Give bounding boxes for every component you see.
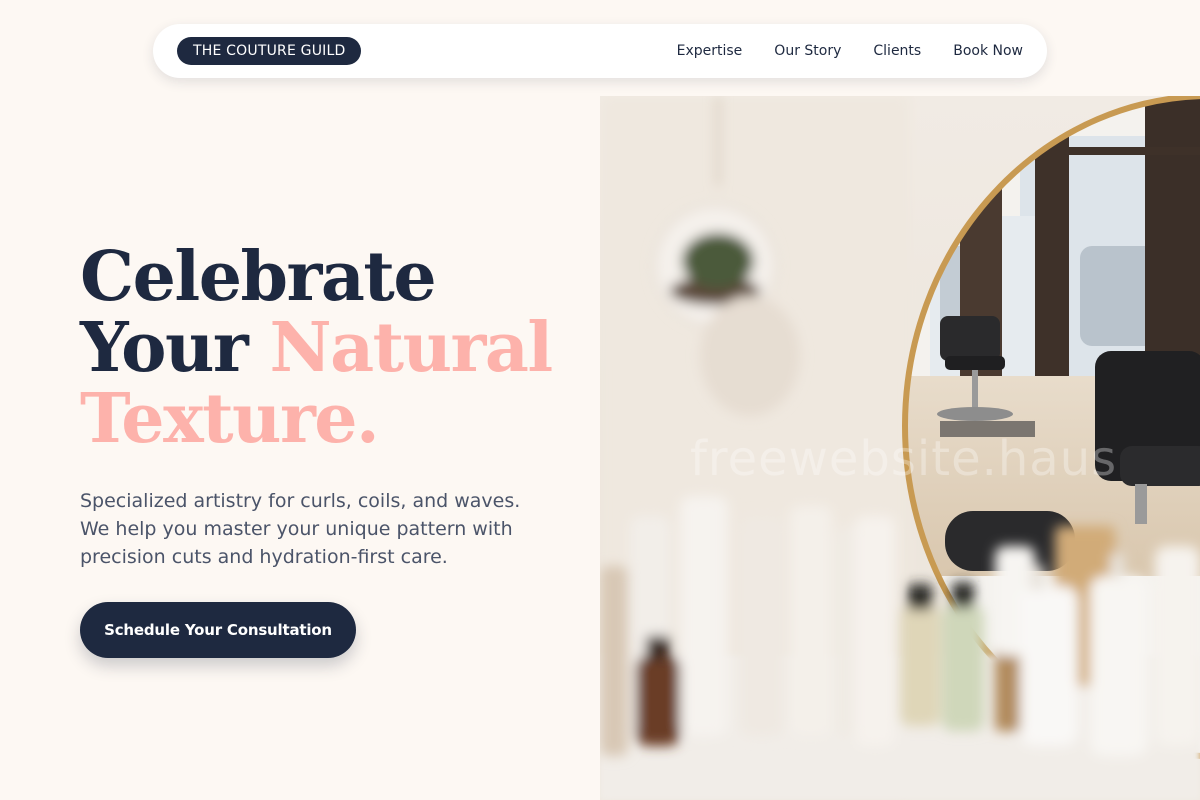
top-navigation: THE COUTURE GUILD Expertise Our Story Cl… xyxy=(153,24,1047,78)
nav-link-our-story[interactable]: Our Story xyxy=(774,43,841,59)
headline-line-2-accent: Natural xyxy=(269,308,553,388)
schedule-consultation-button[interactable]: Schedule Your Consultation xyxy=(80,602,356,658)
headline-line-1: Celebrate xyxy=(80,237,437,317)
brand-logo[interactable]: THE COUTURE GUILD xyxy=(177,37,362,65)
nav-link-book-now[interactable]: Book Now xyxy=(953,43,1023,59)
hero-description: Specialized artistry for curls, coils, a… xyxy=(80,490,521,568)
headline-line-3-accent: Texture. xyxy=(80,379,380,459)
salon-interior-photo: freewebsite.haus xyxy=(600,96,1200,800)
nav-links: Expertise Our Story Clients Book Now xyxy=(677,43,1023,59)
hero-copy: Celebrate Your Natural Texture. Speciali… xyxy=(80,242,580,571)
nav-link-expertise[interactable]: Expertise xyxy=(677,43,743,59)
hero-headline: Celebrate Your Natural Texture. xyxy=(80,242,580,455)
headline-line-2-plain: Your xyxy=(80,308,270,388)
photo-watermark: freewebsite.haus xyxy=(690,431,1118,487)
nav-link-clients[interactable]: Clients xyxy=(873,43,921,59)
